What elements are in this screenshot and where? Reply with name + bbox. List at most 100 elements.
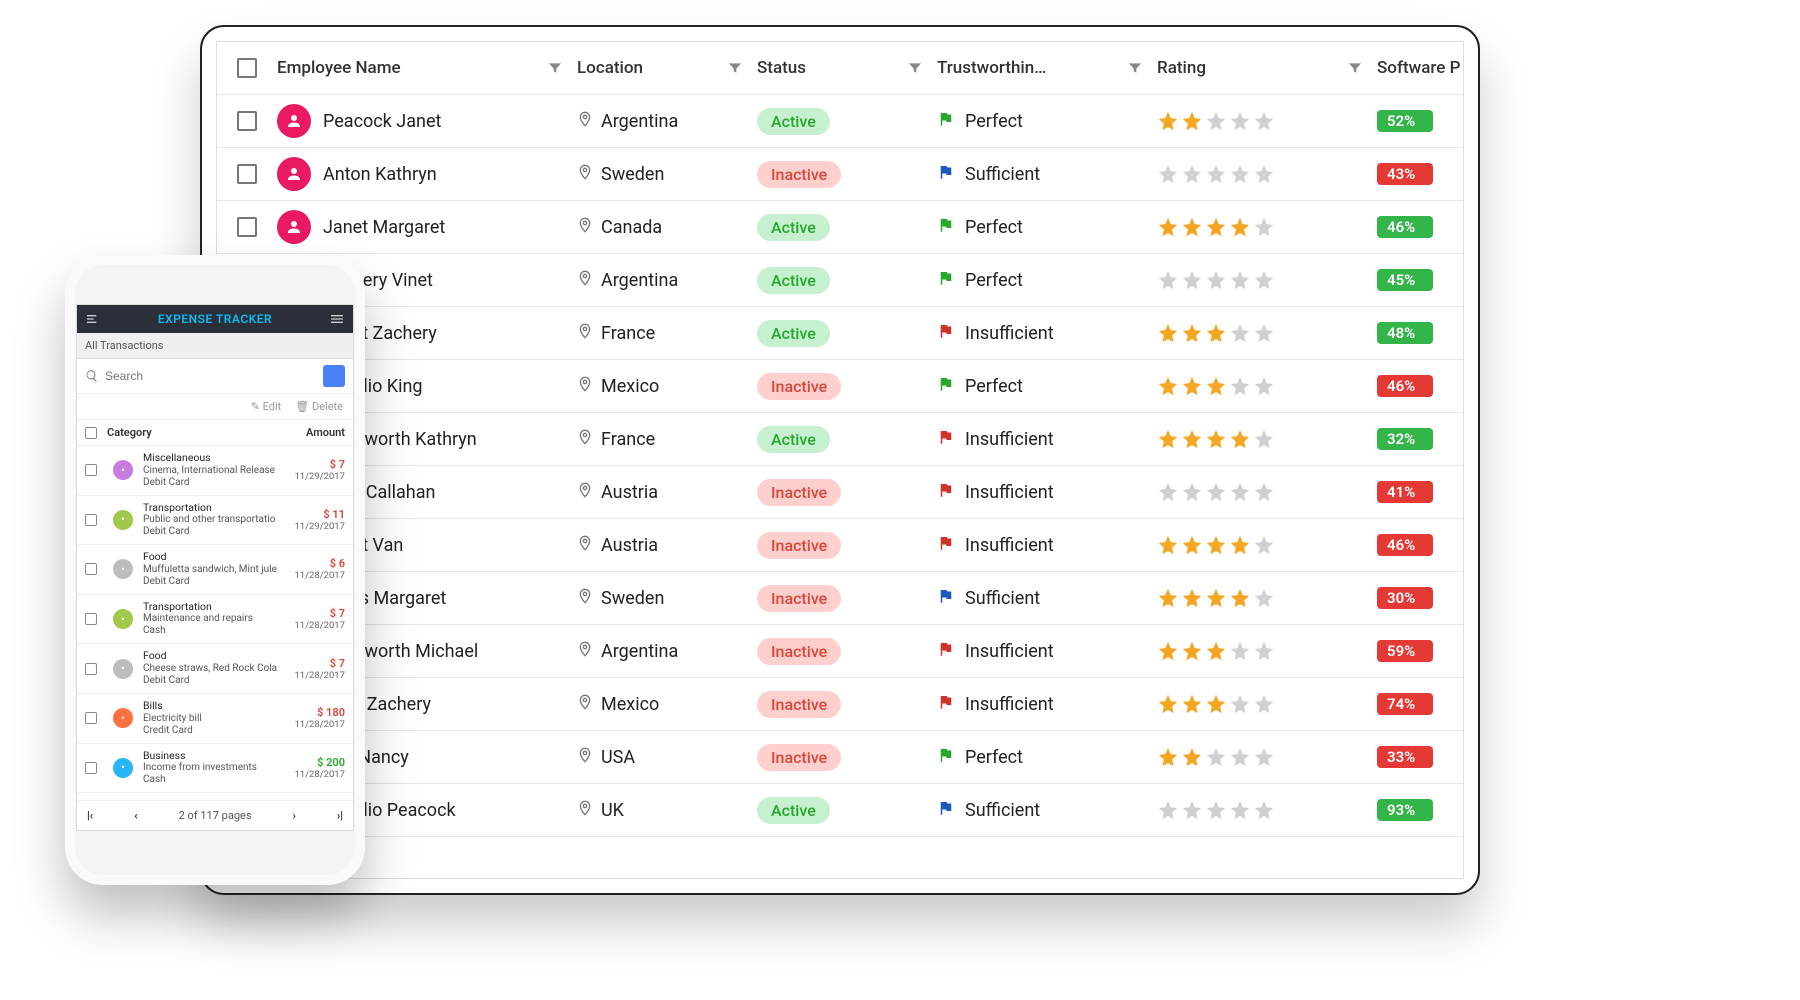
- options-icon[interactable]: [329, 311, 345, 327]
- table-row[interactable]: Dodsworth MichaelArgentinaInactiveInsuff…: [217, 625, 1463, 678]
- pager-first[interactable]: |‹: [87, 809, 93, 822]
- table-row[interactable]: Janet VanAustriaInactiveInsufficient46%: [217, 519, 1463, 572]
- tx-checkbox[interactable]: [85, 712, 97, 724]
- rating-stars[interactable]: [1157, 534, 1377, 556]
- location-text: Austria: [601, 535, 658, 556]
- rating-stars[interactable]: [1157, 163, 1377, 185]
- tx-checkbox[interactable]: [85, 464, 97, 476]
- list-item[interactable]: •TransportationMaintenance and repairsCa…: [77, 595, 353, 645]
- table-row[interactable]: Davolio KingMexicoInactivePerfect46%: [217, 360, 1463, 413]
- table-row[interactable]: Anton KathrynSwedenInactiveSufficient43%: [217, 148, 1463, 201]
- rating-stars[interactable]: [1157, 587, 1377, 609]
- row-checkbox[interactable]: [237, 217, 257, 237]
- col-rating[interactable]: Rating: [1157, 58, 1377, 78]
- pager-last[interactable]: ›|: [337, 809, 343, 822]
- location-pin-icon: [577, 798, 593, 823]
- col-status[interactable]: Status: [757, 58, 937, 78]
- list-item[interactable]: •FoodCheese straws, Red Rock ColaDebit C…: [77, 644, 353, 694]
- table-row[interactable]: Fleet ZacheryMexicoInactiveInsufficient7…: [217, 678, 1463, 731]
- trust-text: Insufficient: [965, 482, 1054, 503]
- select-all-checkbox[interactable]: [237, 58, 257, 78]
- rating-stars[interactable]: [1157, 375, 1377, 397]
- tx-checkbox[interactable]: [85, 663, 97, 675]
- table-row[interactable]: Van NancyUSAInactivePerfect33%: [217, 731, 1463, 784]
- flag-icon: [937, 163, 955, 186]
- filter-icon[interactable]: [1347, 60, 1363, 76]
- flag-icon: [937, 799, 955, 822]
- table-row[interactable]: Zachery VinetArgentinaActivePerfect45%: [217, 254, 1463, 307]
- table-row[interactable]: Dodsworth KathrynFranceActiveInsufficien…: [217, 413, 1463, 466]
- list-item[interactable]: •FoodMuffuletta sandwich, Mint juleDebit…: [77, 545, 353, 595]
- flag-icon: [937, 269, 955, 292]
- location-text: Austria: [601, 482, 658, 503]
- location-pin-icon: [577, 374, 593, 399]
- search-icon: [85, 369, 99, 383]
- category-icon: •: [113, 708, 133, 728]
- rating-stars[interactable]: [1157, 481, 1377, 503]
- location-pin-icon: [577, 533, 593, 558]
- table-row[interactable]: Janet ZacheryFranceActiveInsufficient48%: [217, 307, 1463, 360]
- select-all-tx-checkbox[interactable]: [85, 427, 97, 439]
- rating-stars[interactable]: [1157, 322, 1377, 344]
- rating-stars[interactable]: [1157, 746, 1377, 768]
- employee-name: Peacock Janet: [323, 111, 441, 132]
- table-row[interactable]: Bergs MargaretSwedenInactiveSufficient30…: [217, 572, 1463, 625]
- trust-text: Perfect: [965, 747, 1023, 768]
- rating-stars[interactable]: [1157, 269, 1377, 291]
- app-title: EXPENSE TRACKER: [158, 312, 272, 326]
- list-item[interactable]: •BusinessIncome from investmentsCash$ 20…: [77, 744, 353, 794]
- rating-stars[interactable]: [1157, 640, 1377, 662]
- delete-button[interactable]: 🗑 Delete: [295, 400, 343, 413]
- tx-checkbox[interactable]: [85, 563, 97, 575]
- pager-next[interactable]: ›: [293, 809, 296, 822]
- table-row[interactable]: Jack CallahanAustriaInactiveInsufficient…: [217, 466, 1463, 519]
- col-employee-name[interactable]: Employee Name: [277, 58, 577, 78]
- avatar: [277, 157, 311, 191]
- edit-button[interactable]: ✎ Edit: [251, 400, 282, 413]
- menu-icon[interactable]: [85, 311, 101, 327]
- tx-checkbox[interactable]: [85, 514, 97, 526]
- table-row[interactable]: Janet MargaretCanadaActivePerfect46%: [217, 201, 1463, 254]
- rating-stars[interactable]: [1157, 110, 1377, 132]
- status-badge: Inactive: [757, 638, 841, 665]
- list-item[interactable]: •TransportationPublic and other transpor…: [77, 496, 353, 546]
- filter-icon[interactable]: [907, 60, 923, 76]
- filter-icon[interactable]: [727, 60, 743, 76]
- location-pin-icon: [577, 480, 593, 505]
- tx-checkbox[interactable]: [85, 613, 97, 625]
- category-icon: •: [113, 758, 133, 778]
- location-pin-icon: [577, 639, 593, 664]
- software-badge: 32%: [1377, 428, 1433, 450]
- category-icon: •: [113, 460, 133, 480]
- rating-stars[interactable]: [1157, 216, 1377, 238]
- row-checkbox[interactable]: [237, 111, 257, 131]
- col-software[interactable]: Software P: [1377, 58, 1464, 78]
- rating-stars[interactable]: [1157, 428, 1377, 450]
- location-pin-icon: [577, 109, 593, 134]
- col-location[interactable]: Location: [577, 58, 757, 78]
- filter-icon[interactable]: [547, 60, 563, 76]
- software-badge: 74%: [1377, 693, 1433, 715]
- pager-prev[interactable]: ‹: [134, 809, 137, 822]
- trust-text: Insufficient: [965, 429, 1054, 450]
- rating-stars[interactable]: [1157, 693, 1377, 715]
- filter-icon[interactable]: [1127, 60, 1143, 76]
- search-button[interactable]: [323, 365, 345, 387]
- row-checkbox[interactable]: [237, 164, 257, 184]
- expense-tracker-app: EXPENSE TRACKER All Transactions ✎ Edit …: [77, 305, 353, 830]
- tx-checkbox[interactable]: [85, 762, 97, 774]
- tx-description: TransportationMaintenance and repairsCas…: [143, 601, 279, 638]
- tx-amount: $ 1111/29/2017: [285, 508, 345, 532]
- tx-description: FoodCheese straws, Red Rock ColaDebit Ca…: [143, 650, 279, 687]
- list-item[interactable]: •MiscellaneousCinema, International Rele…: [77, 446, 353, 496]
- search-input[interactable]: [105, 369, 317, 383]
- table-row[interactable]: Peacock JanetArgentinaActivePerfect52%: [217, 95, 1463, 148]
- table-row[interactable]: Davolio PeacockUKActiveSufficient93%: [217, 784, 1463, 837]
- rating-stars[interactable]: [1157, 799, 1377, 821]
- software-badge: 48%: [1377, 322, 1433, 344]
- trust-text: Perfect: [965, 111, 1023, 132]
- tx-amount: $ 18011/28/2017: [285, 706, 345, 730]
- list-item[interactable]: •BillsElectricity billCredit Card$ 18011…: [77, 694, 353, 744]
- col-trustworthiness[interactable]: Trustworthin…: [937, 58, 1157, 78]
- list-item[interactable]: •TransportationCars and trucks, usedCred…: [77, 793, 353, 800]
